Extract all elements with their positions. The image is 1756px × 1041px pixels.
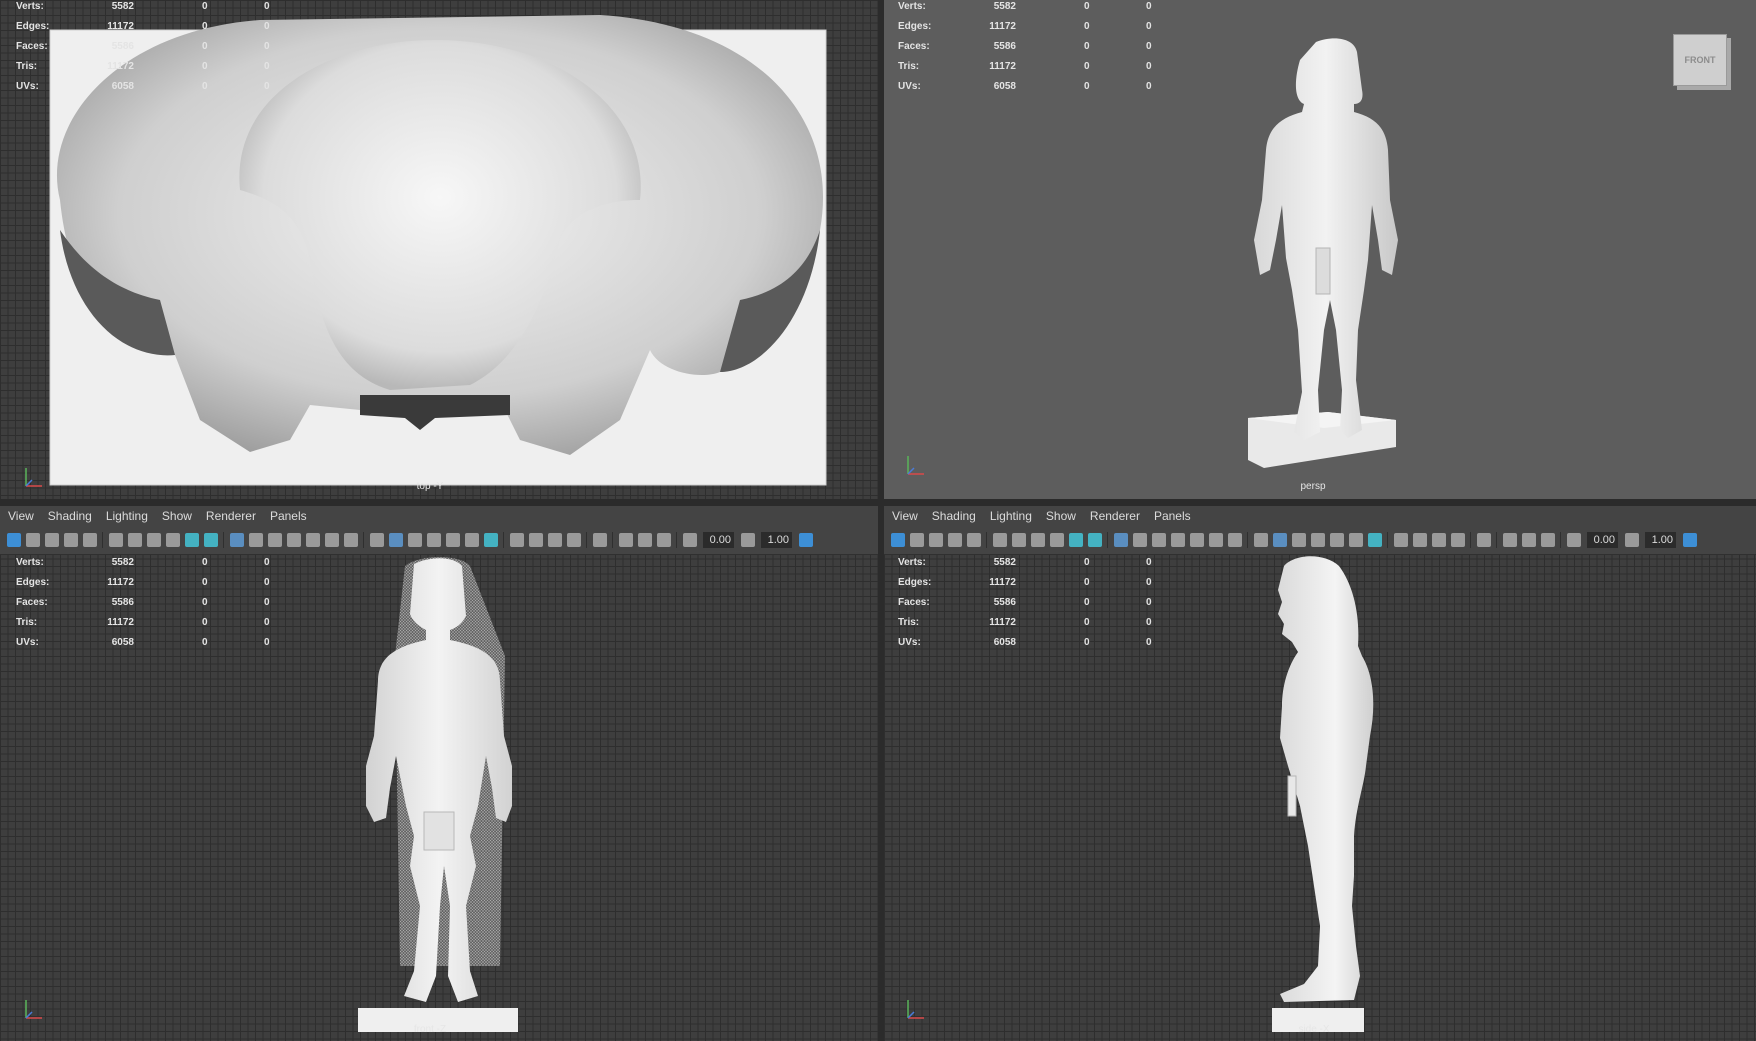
stats-row-tris: Tris: 11172 0 0 <box>16 617 270 628</box>
viewcube-face-label: FRONT <box>1684 55 1716 65</box>
viewport-front[interactable]: View Shading Lighting Show Renderer Pane… <box>0 506 878 1041</box>
stats-row-faces: Faces: 5586 0 0 <box>898 41 1152 52</box>
stats-row-uvs: UVs: 6058 0 0 <box>898 81 1152 92</box>
camera-label-persp: persp <box>1300 481 1326 492</box>
viewcube[interactable]: FRONT <box>1673 34 1727 86</box>
axis-gizmo-icon <box>907 1000 924 1019</box>
stats-row-edges: Edges: 11172 0 0 <box>16 577 270 588</box>
stats-row-uvs: UVs: 6058 0 0 <box>898 637 1152 648</box>
stats-row-edges: Edges: 11172 0 0 <box>898 21 1152 32</box>
stats-hud-persp: Verts: 5582 0 0 Edges: 11172 0 0 Faces: 5586 0 0 … <box>898 0 1158 97</box>
axis-gizmo-icon <box>25 1000 42 1019</box>
stats-hud-side: Verts: 5582 0 0 Edges: 11172 0 0 Faces: 5586 0 0 … <box>898 553 1158 653</box>
stats-row-edges: Edges: 11172 0 0 <box>898 577 1152 588</box>
stats-hud-top: Verts: 5582 0 0 Edges: 11172 0 0 Faces: 5586 0 0 … <box>16 0 276 97</box>
stats-row-verts: Verts: 5582 0 0 <box>16 1 270 12</box>
axis-gizmo-icon <box>25 468 42 487</box>
stats-row-verts: Verts: 5582 0 0 <box>16 557 270 568</box>
panel-divider-vertical[interactable] <box>878 0 884 1041</box>
viewport-side[interactable]: View Shading Lighting Show Renderer Pane… <box>884 506 1756 1041</box>
stats-row-faces: Faces: 5586 0 0 <box>16 41 270 52</box>
stats-row-faces: Faces: 5586 0 0 <box>898 597 1152 608</box>
camera-label-side: side -X <box>1298 1024 1330 1035</box>
camera-label-front: front -Z <box>413 1024 447 1035</box>
axis-gizmo-icon <box>907 456 924 475</box>
stats-row-uvs: UVs: 6058 0 0 <box>16 81 270 92</box>
stats-row-verts: Verts: 5582 0 0 <box>898 557 1152 568</box>
viewport-persp[interactable]: Verts: 5582 0 0 Edges: 11172 0 0 Faces: 5586 0 0 … <box>884 0 1756 499</box>
viewport-top[interactable]: Verts: 5582 0 0 Edges: 11172 0 0 Faces: 5586 0 0 … <box>0 0 878 499</box>
stats-row-tris: Tris: 11172 0 0 <box>898 61 1152 72</box>
stats-row-tris: Tris: 11172 0 0 <box>16 61 270 72</box>
stats-row-faces: Faces: 5586 0 0 <box>16 597 270 608</box>
stats-row-verts: Verts: 5582 0 0 <box>898 1 1152 12</box>
stats-hud-front: Verts: 5582 0 0 Edges: 11172 0 0 Faces: 5586 0 0 … <box>16 553 276 653</box>
stats-row-tris: Tris: 11172 0 0 <box>898 617 1152 628</box>
panel-divider-horizontal[interactable] <box>0 499 1756 506</box>
stats-row-edges: Edges: 11172 0 0 <box>16 21 270 32</box>
stats-row-uvs: UVs: 6058 0 0 <box>16 637 270 648</box>
camera-label-top: top -Y <box>416 481 444 492</box>
